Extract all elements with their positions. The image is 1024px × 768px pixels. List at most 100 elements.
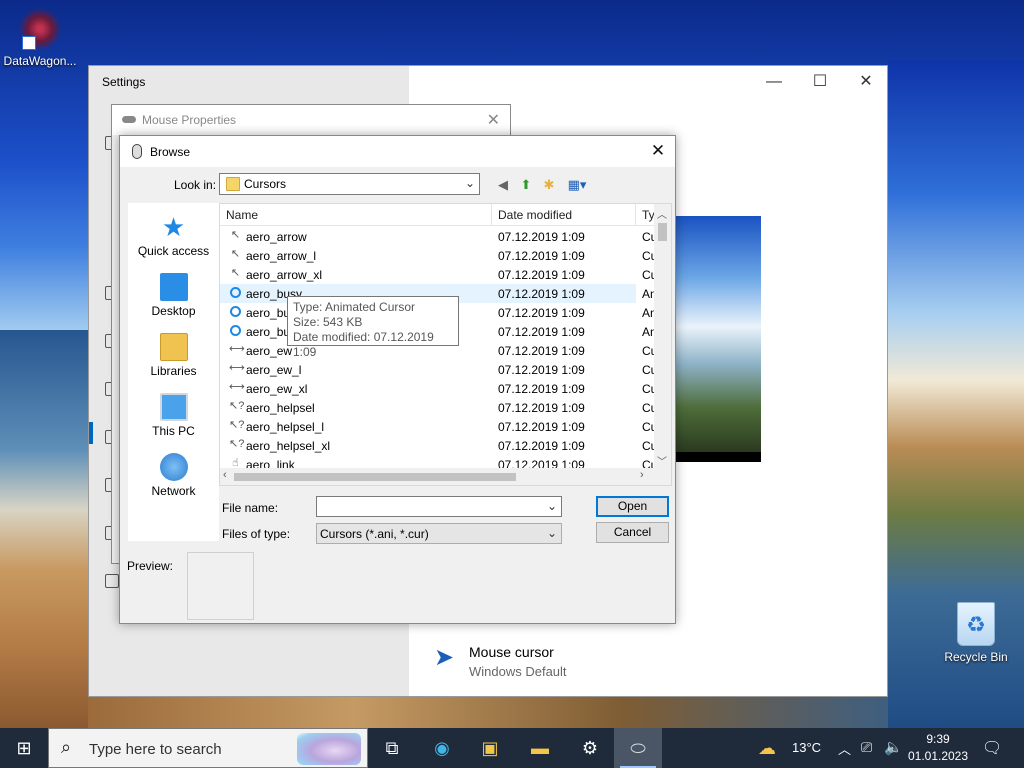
volume-icon[interactable]: 🔈 <box>884 738 903 768</box>
desktop-icon <box>159 273 188 301</box>
desktop-icon-recycle-bin[interactable]: ♻ Recycle Bin <box>940 602 1012 664</box>
maximize-button[interactable]: ☐ <box>797 66 843 98</box>
look-in-label: Look in: <box>174 178 217 192</box>
mouse-properties-task-icon[interactable]: ⬭ <box>614 728 662 768</box>
edge-icon[interactable]: ◉ <box>418 728 466 768</box>
datawagon-shortcut-icon <box>18 8 62 50</box>
new-folder-icon[interactable]: ✱ <box>540 176 558 194</box>
minimize-button[interactable]: — <box>751 66 797 98</box>
file-name: aero_ew_l <box>246 363 302 377</box>
scroll-thumb[interactable] <box>658 223 667 241</box>
chevron-up-icon[interactable]: ︿ <box>838 739 851 768</box>
file-tooltip: Type: Animated Cursor Size: 543 KB Date … <box>287 296 459 359</box>
place-label: Network <box>151 484 196 498</box>
arrow-cursor-icon: ↖ <box>230 267 241 279</box>
preview-box <box>187 552 254 620</box>
scroll-right-icon[interactable]: › <box>640 469 644 481</box>
files-of-type-dropdown[interactable]: Cursors (*.ani, *.cur) ⌄ <box>316 523 562 544</box>
clock-time: 9:39 <box>926 732 950 746</box>
clock-date: 01.01.2023 <box>907 749 969 763</box>
notifications-icon[interactable]: 🗨 <box>982 738 1002 768</box>
help-cursor-icon: ↖? <box>229 419 245 431</box>
back-icon[interactable]: ◀ <box>494 176 512 194</box>
store-icon[interactable]: ▣ <box>466 728 514 768</box>
file-row[interactable]: ↖? aero_helpsel_xl 07.12.2019 1:09 Cu <box>220 436 657 455</box>
clock[interactable]: 9:39 01.01.2023 <box>905 731 971 765</box>
file-row[interactable]: ↖ aero_arrow_l 07.12.2019 1:09 Cu <box>220 246 657 265</box>
place-libraries[interactable]: Libraries <box>128 333 219 378</box>
settings-gear-icon[interactable]: ⚙ <box>566 728 614 768</box>
sort-ascending-icon: ⌃ <box>351 203 359 210</box>
file-date: 07.12.2019 1:09 <box>498 401 585 415</box>
start-button[interactable]: ⊞ <box>0 728 48 768</box>
scroll-thumb[interactable] <box>234 473 516 481</box>
file-date: 07.12.2019 1:09 <box>498 420 585 434</box>
scroll-down-icon[interactable]: ﹀ <box>657 453 667 468</box>
file-explorer-icon[interactable]: ▬ <box>516 728 564 768</box>
task-view-icon[interactable]: ⧉ <box>368 728 416 768</box>
place-label: Libraries <box>150 364 197 378</box>
theme-preview-image <box>676 216 761 462</box>
open-button[interactable]: Open <box>596 496 669 517</box>
busy-cursor-icon <box>230 325 241 336</box>
file-date: 07.12.2019 1:09 <box>498 344 585 358</box>
column-header-date[interactable]: Date modified <box>498 208 572 222</box>
browse-titlebar: Browse ✕ <box>120 136 675 167</box>
ew-cursor-icon: ⟷ <box>229 343 245 355</box>
cancel-button[interactable]: Cancel <box>596 522 669 543</box>
file-row[interactable]: ↖ aero_arrow_xl 07.12.2019 1:09 Cu <box>220 265 657 284</box>
file-row[interactable]: ↖? aero_helpsel_l 07.12.2019 1:09 Cu <box>220 417 657 436</box>
file-row[interactable]: ↖? aero_helpsel 07.12.2019 1:09 Cu <box>220 398 657 417</box>
close-button[interactable]: ✕ <box>641 136 675 167</box>
file-date: 07.12.2019 1:09 <box>498 306 585 320</box>
mouse-properties-titlebar: Mouse Properties ✕ <box>112 105 510 135</box>
weather-icon[interactable]: ☁ <box>758 738 776 768</box>
place-desktop[interactable]: Desktop <box>128 273 219 318</box>
view-menu-icon[interactable]: ▦▾ <box>564 176 590 194</box>
scroll-up-icon[interactable]: ︿ <box>657 206 667 221</box>
file-row[interactable]: ⟷ aero_ew_l 07.12.2019 1:09 Cu <box>220 360 657 379</box>
vertical-scrollbar[interactable]: ︿ ﹀ <box>654 204 671 468</box>
nav-selection-indicator <box>89 422 93 444</box>
network-tray-icon[interactable]: ⎚ <box>861 739 872 768</box>
mouse-icon <box>132 144 142 159</box>
file-date: 07.12.2019 1:09 <box>498 287 585 301</box>
search-box[interactable]: ⌕ Type here to search <box>48 728 368 768</box>
files-of-type-label: Files of type: <box>222 527 291 541</box>
weather-temp[interactable]: 13°C <box>792 740 821 768</box>
place-quick-access[interactable]: ★ Quick access <box>128 213 219 258</box>
look-in-dropdown[interactable]: Cursors ⌄ <box>219 173 480 195</box>
place-this-pc[interactable]: This PC <box>128 393 219 438</box>
desktop-icon-datawagon[interactable]: DataWagon... <box>2 8 78 68</box>
file-row[interactable]: ↖ aero_arrow 07.12.2019 1:09 Cu <box>220 227 657 246</box>
place-label: Desktop <box>151 304 196 318</box>
file-name: aero_ew <box>246 344 293 358</box>
chevron-down-icon[interactable]: ⌄ <box>547 499 557 513</box>
mouse-properties-title: Mouse Properties <box>142 113 237 127</box>
libraries-icon <box>159 333 188 361</box>
column-header-type[interactable]: Ty <box>642 208 655 222</box>
busy-cursor-icon <box>230 306 241 317</box>
file-row[interactable]: ⟷ aero_ew_xl 07.12.2019 1:09 Cu <box>220 379 657 398</box>
search-placeholder: Type here to search <box>89 741 222 758</box>
close-button[interactable]: ✕ <box>487 110 500 130</box>
scroll-left-icon[interactable]: ‹ <box>223 469 227 481</box>
settings-title: Settings <box>102 75 146 89</box>
horizontal-scrollbar[interactable]: ‹ › <box>220 468 671 485</box>
file-name: aero_ew_xl <box>246 382 308 396</box>
file-name: aero_bu <box>246 306 291 320</box>
file-date: 07.12.2019 1:09 <box>498 382 585 396</box>
file-date: 07.12.2019 1:09 <box>498 439 585 453</box>
help-cursor-icon: ↖? <box>229 438 245 450</box>
column-header-name[interactable]: Name <box>226 208 258 222</box>
look-in-value: Cursors <box>244 177 287 191</box>
taskbar: ⊞ ⌕ Type here to search ⧉ ◉ ▣ ▬ ⚙ ⬭ ☁ 13… <box>0 728 1024 768</box>
file-name-field[interactable]: ⌄ <box>316 496 562 517</box>
search-icon: ⌕ <box>61 737 72 757</box>
chevron-down-icon: ⌄ <box>464 176 475 190</box>
wallpaper-bottom <box>88 697 888 728</box>
up-folder-icon[interactable]: ⬆ <box>517 176 535 194</box>
taskbar-icon[interactable] <box>105 574 119 588</box>
close-button[interactable]: ✕ <box>843 66 889 98</box>
place-network[interactable]: Network <box>128 453 219 498</box>
